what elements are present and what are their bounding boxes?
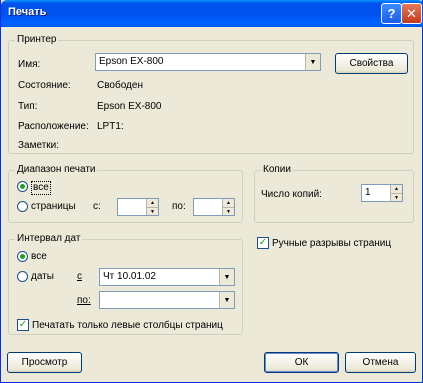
print-range-group-label: Диапазон печати xyxy=(15,164,98,176)
spin-down-icon[interactable]: ▼ xyxy=(391,193,402,201)
copies-group: Копии Число копий: 1 ▲ ▼ xyxy=(254,164,414,223)
manual-breaks-label[interactable]: Ручные разрывы страниц xyxy=(272,238,391,250)
copies-count-label: Число копий: xyxy=(261,189,322,200)
range-all-radio[interactable] xyxy=(17,181,28,192)
cancel-button[interactable]: Отмена xyxy=(345,352,416,373)
spin-up-icon[interactable]: ▲ xyxy=(147,199,158,207)
left-columns-label[interactable]: Печатать только левые столбцы страниц xyxy=(32,320,223,332)
help-icon: ? xyxy=(387,6,396,21)
chevron-down-icon[interactable]: ▼ xyxy=(219,269,234,285)
dates-range-radio[interactable] xyxy=(17,271,28,282)
dates-range-label[interactable]: даты xyxy=(31,271,54,283)
printer-name-value: Epson EX-800 xyxy=(99,56,164,67)
comment-label: Заметки: xyxy=(18,140,60,151)
dates-to-label: по: xyxy=(77,295,91,306)
printer-group: Принтер Имя: Epson EX-800 ▼ Свойства Сос… xyxy=(8,34,414,154)
printer-group-label: Принтер xyxy=(15,34,59,46)
title-bar[interactable]: Печать ? ✕ xyxy=(1,0,423,27)
range-pages-label[interactable]: страницы xyxy=(31,201,76,213)
spin-down-icon[interactable]: ▼ xyxy=(147,207,158,215)
print-range-group: Диапазон печати все страницы с: ▲ ▼ по: ▲… xyxy=(8,164,243,223)
range-to-label: по: xyxy=(172,201,186,212)
range-from-label: с: xyxy=(93,201,101,212)
range-to-spinner[interactable]: ▲ ▼ xyxy=(193,198,235,216)
dates-all-radio[interactable] xyxy=(17,251,28,262)
chevron-down-icon[interactable]: ▼ xyxy=(219,292,234,308)
ok-button[interactable]: ОК xyxy=(264,352,339,373)
print-dialog: Печать ? ✕ Принтер Имя: Epson EX-800 ▼ С… xyxy=(0,0,423,383)
status-label: Состояние: xyxy=(18,80,71,91)
dates-from-select[interactable]: Чт 10.01.02 ▼ xyxy=(99,268,235,286)
properties-button[interactable]: Свойства xyxy=(335,53,408,74)
preview-button[interactable]: Просмотр xyxy=(7,352,82,373)
date-range-group: Интервал дат все даты с Чт 10.01.02 ▼ по… xyxy=(8,233,243,335)
window-title: Печать xyxy=(8,6,47,18)
printer-name-select[interactable]: Epson EX-800 ▼ xyxy=(95,53,321,71)
left-columns-checkbox[interactable]: ✓ xyxy=(17,319,29,331)
range-pages-radio[interactable] xyxy=(17,201,28,212)
dates-all-label[interactable]: все xyxy=(31,251,47,263)
location-value: LPT1: xyxy=(97,121,124,132)
spin-up-icon[interactable]: ▲ xyxy=(391,185,402,193)
range-all-label[interactable]: все xyxy=(31,181,51,195)
date-range-group-label: Интервал дат xyxy=(15,233,83,245)
copies-group-label: Копии xyxy=(261,164,293,176)
close-button[interactable]: ✕ xyxy=(401,3,422,24)
copies-count-spinner[interactable]: 1 ▲ ▼ xyxy=(361,184,403,202)
close-icon: ✕ xyxy=(406,5,417,21)
printer-name-label: Имя: xyxy=(18,59,41,70)
status-value: Свободен xyxy=(97,80,143,91)
type-value: Epson EX-800 xyxy=(97,101,162,112)
chevron-down-icon[interactable]: ▼ xyxy=(305,54,320,70)
dialog-body: Принтер Имя: Epson EX-800 ▼ Свойства Сос… xyxy=(5,27,419,379)
range-from-spinner[interactable]: ▲ ▼ xyxy=(117,198,159,216)
copies-count-value: 1 xyxy=(365,187,371,198)
manual-breaks-checkbox[interactable]: ✓ xyxy=(257,237,269,249)
dates-from-label: с xyxy=(77,271,82,282)
spin-up-icon[interactable]: ▲ xyxy=(223,199,234,207)
dates-to-select[interactable]: ▼ xyxy=(99,291,235,309)
location-label: Расположение: xyxy=(18,121,89,132)
dates-from-value: Чт 10.01.02 xyxy=(103,271,156,282)
type-label: Тип: xyxy=(18,101,38,112)
spin-down-icon[interactable]: ▼ xyxy=(223,207,234,215)
help-button[interactable]: ? xyxy=(381,3,402,24)
